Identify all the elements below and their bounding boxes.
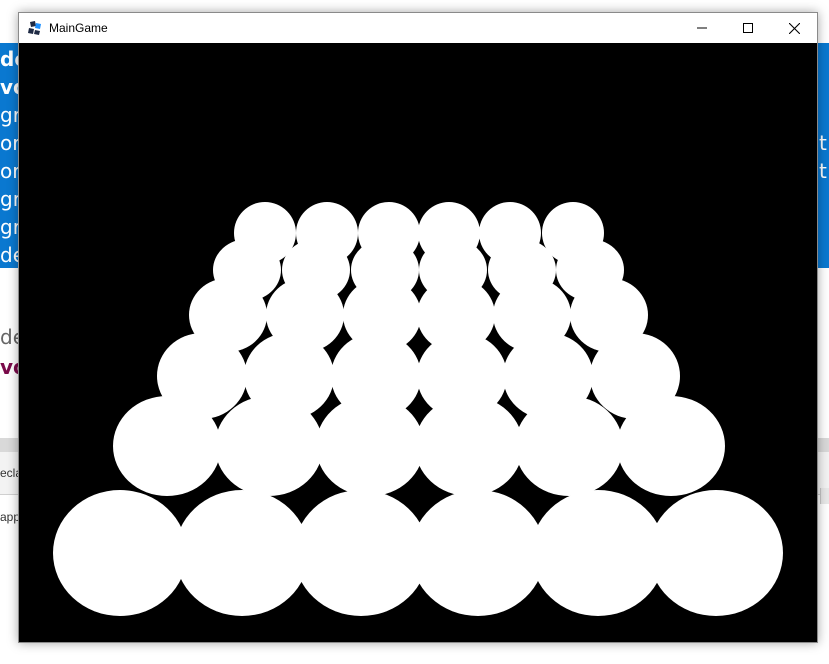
game-ball xyxy=(515,396,623,496)
game-canvas[interactable] xyxy=(19,43,817,642)
game-ball xyxy=(617,396,725,496)
window-titlebar[interactable]: MainGame xyxy=(19,13,817,43)
editor-line-overflow: t xyxy=(819,159,827,183)
minimize-button[interactable] xyxy=(679,13,725,43)
editor-scrollbar[interactable] xyxy=(820,488,829,504)
maximize-button[interactable] xyxy=(725,13,771,43)
maximize-icon xyxy=(743,23,753,33)
game-ball xyxy=(175,490,309,616)
close-button[interactable] xyxy=(771,13,817,43)
game-ball xyxy=(215,396,323,496)
game-ball xyxy=(649,490,783,616)
ball-field xyxy=(53,202,783,616)
game-ball xyxy=(53,490,187,616)
game-ball xyxy=(113,396,221,496)
close-icon xyxy=(788,22,800,34)
game-ball xyxy=(316,396,424,496)
game-ball xyxy=(294,490,428,616)
game-ball xyxy=(415,396,523,496)
game-window: MainGame xyxy=(18,12,818,643)
game-controller-icon xyxy=(28,21,41,35)
minimize-icon xyxy=(697,27,707,29)
game-ball xyxy=(411,490,545,616)
window-title: MainGame xyxy=(49,21,108,35)
editor-line-overflow: t xyxy=(819,131,827,155)
game-ball xyxy=(531,490,665,616)
